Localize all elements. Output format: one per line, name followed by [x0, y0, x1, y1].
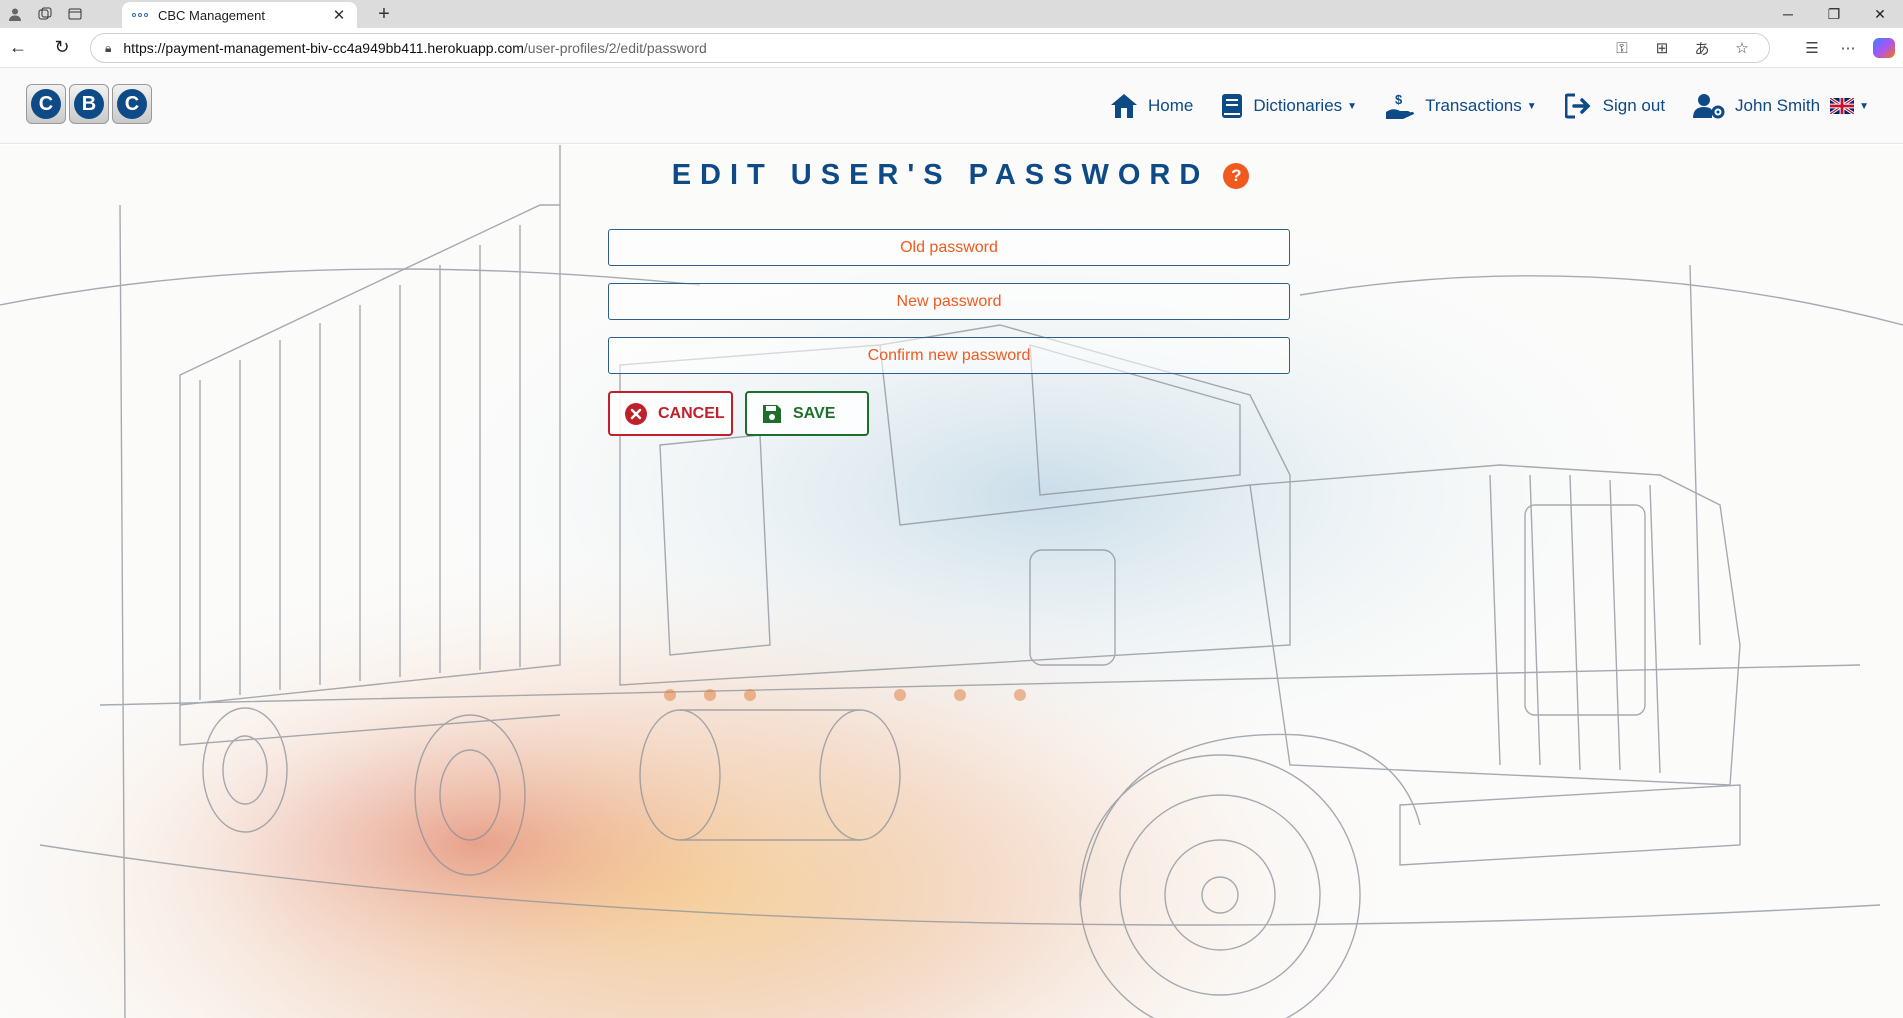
app-navbar: C B C Home Dictionaries ▼ $ Transactions… [0, 68, 1903, 144]
browser-address-bar: ← ↻ 🔒︎ https://payment-management-biv-cc… [0, 28, 1903, 68]
user-name: John Smith [1735, 96, 1821, 115]
browser-tab-bar: CBC Management ✕ + ─ ❐ ✕ [0, 0, 1903, 28]
nav-transactions-label: Transactions [1425, 96, 1522, 115]
page-title: EDIT USER'S PASSWORD [671, 159, 1210, 191]
logo-letter: C [31, 89, 61, 119]
logo-letter: C [117, 89, 147, 119]
password-key-icon[interactable]: ⚿ [1611, 40, 1633, 57]
apps-icon[interactable]: ⊞ [1651, 39, 1673, 57]
nav-user-menu[interactable]: John Smith ▼ [1693, 93, 1869, 119]
main-menu: Home Dictionaries ▼ $ Transactions ▼ Sig… [1082, 68, 1869, 144]
cancel-button-label: CANCEL [658, 404, 725, 422]
confirm-password-input[interactable] [609, 338, 1289, 373]
nav-home[interactable]: Home [1110, 93, 1193, 119]
nav-home-label: Home [1147, 96, 1194, 115]
nav-dictionaries-label: Dictionaries [1253, 96, 1343, 115]
nav-transactions[interactable]: $ Transactions ▼ [1385, 92, 1537, 120]
uk-flag-icon [1829, 96, 1855, 116]
cancel-circle-x-icon [624, 402, 648, 426]
window-close-icon[interactable]: ✕ [1857, 0, 1903, 28]
lock-icon[interactable]: 🔒︎ [105, 41, 111, 56]
tab-close-icon[interactable]: ✕ [331, 6, 347, 24]
tab-title: CBC Management [158, 7, 265, 23]
cbc-logo[interactable]: C B C [26, 84, 152, 124]
restore-icon[interactable]: ❐ [1811, 0, 1857, 28]
logo-tile: C [112, 84, 152, 124]
page-header: EDIT USER'S PASSWORD ? [0, 159, 1903, 192]
translate-icon[interactable]: あ [1691, 38, 1713, 59]
window-controls: ─ ❐ ✕ [1765, 0, 1903, 28]
browser-tools: ☰ ⋯ [1801, 33, 1895, 63]
profile-icon[interactable] [0, 0, 30, 28]
hand-dollar-icon: $ [1385, 92, 1415, 120]
minimize-icon[interactable]: ─ [1765, 0, 1811, 28]
nav-sign-out-label: Sign out [1602, 96, 1666, 115]
old-password-wrapper [608, 229, 1290, 266]
book-icon [1221, 93, 1243, 119]
more-icon[interactable]: ⋯ [1837, 39, 1859, 57]
user-gear-icon [1693, 93, 1725, 119]
nav-dictionaries[interactable]: Dictionaries ▼ [1221, 93, 1357, 119]
site-favicon-icon [132, 10, 148, 20]
logo-tile: C [26, 84, 66, 124]
copilot-icon[interactable] [1873, 38, 1895, 58]
nav-sign-out[interactable]: Sign out [1564, 93, 1666, 119]
chevron-down-icon: ▼ [1859, 100, 1869, 112]
url-field[interactable]: 🔒︎ https://payment-management-biv-cc4a94… [90, 33, 1770, 63]
reload-icon[interactable]: ↻ [46, 32, 78, 64]
favorite-star-icon[interactable]: ☆ [1731, 39, 1753, 57]
logo-tile: B [69, 84, 109, 124]
page-content: EDIT USER'S PASSWORD ? CANCEL SAVE [0, 145, 1903, 1018]
chevron-down-icon: ▼ [1347, 100, 1358, 112]
new-tab-button[interactable]: + [370, 0, 398, 28]
home-icon [1110, 93, 1138, 119]
url-host: https://payment-management-biv-cc4a949bb… [123, 40, 524, 56]
cancel-button[interactable]: CANCEL [608, 391, 733, 436]
tab-actions-icon[interactable] [60, 0, 90, 28]
confirm-password-wrapper [608, 337, 1290, 374]
browser-tab-active[interactable]: CBC Management ✕ [122, 2, 357, 28]
logo-letter: B [74, 89, 104, 119]
help-icon[interactable]: ? [1223, 162, 1250, 189]
sign-out-icon [1564, 93, 1593, 119]
svg-text:$: $ [1395, 92, 1403, 107]
url-actions: ⚿ ⊞ あ ☆ [1611, 33, 1753, 63]
favorites-icon[interactable]: ☰ [1801, 39, 1823, 57]
chevron-down-icon: ▼ [1526, 100, 1537, 112]
new-password-input[interactable] [609, 284, 1289, 319]
new-password-wrapper [608, 283, 1290, 320]
form-actions: CANCEL SAVE [608, 391, 1290, 436]
workspaces-icon[interactable] [30, 0, 60, 28]
save-button[interactable]: SAVE [745, 391, 869, 436]
old-password-input[interactable] [609, 230, 1289, 265]
save-button-label: SAVE [793, 404, 836, 422]
url-path: /user-profiles/2/edit/password [523, 40, 707, 56]
floppy-disk-icon [761, 403, 783, 425]
back-icon[interactable]: ← [2, 32, 34, 64]
edit-password-form: CANCEL SAVE [608, 229, 1290, 436]
